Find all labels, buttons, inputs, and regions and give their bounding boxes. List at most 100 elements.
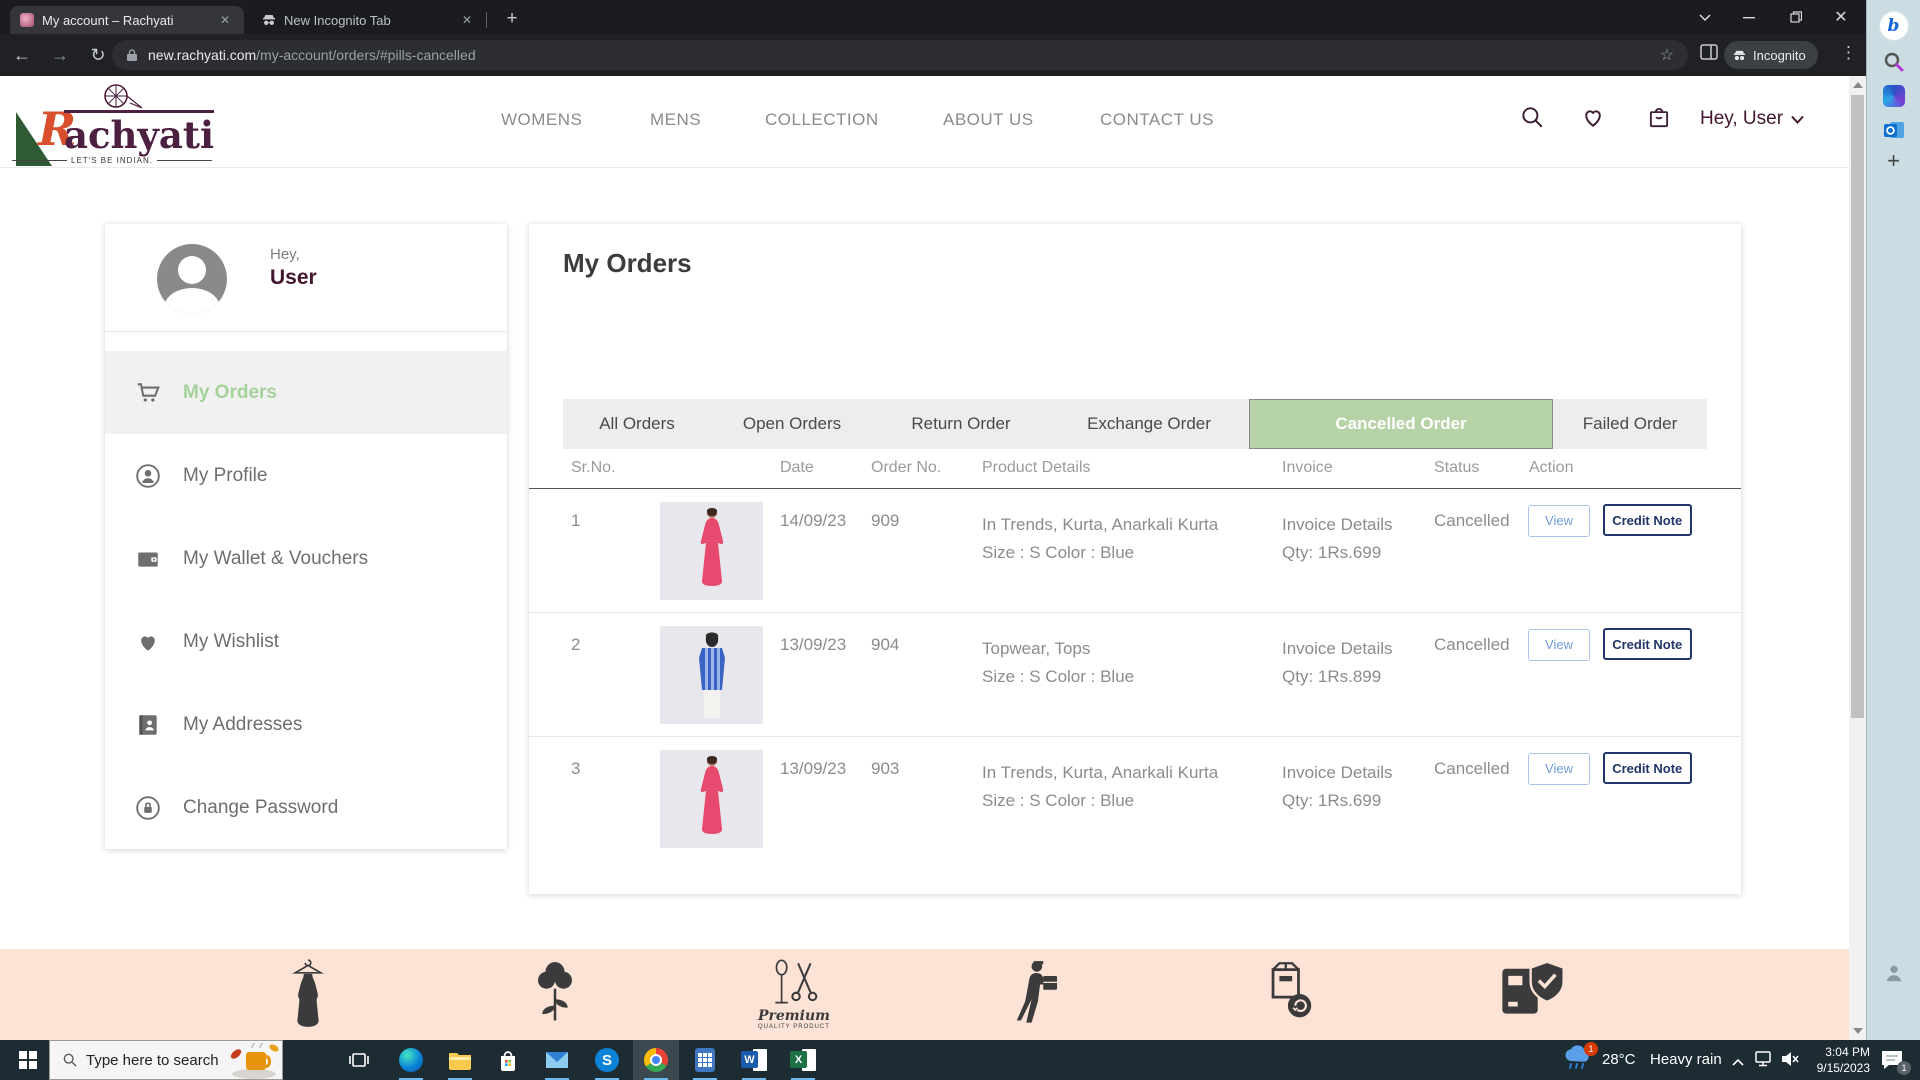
volume-muted-icon[interactable] (1780, 1050, 1800, 1072)
taskbar-search-box[interactable]: Type here to search (49, 1040, 283, 1080)
address-bar[interactable]: new.rachyati.com/my-account/orders/#pill… (112, 40, 1688, 70)
tab-exchange-order[interactable]: Exchange Order (1049, 399, 1249, 449)
forward-icon[interactable]: → (44, 39, 76, 71)
view-button[interactable]: View (1528, 753, 1590, 785)
cart-bag-icon[interactable] (1646, 104, 1672, 130)
scroll-up-arrow[interactable] (1853, 82, 1863, 88)
task-view-button[interactable] (336, 1040, 382, 1080)
credit-note-button[interactable]: Credit Note (1603, 752, 1692, 784)
wishlist-heart-icon[interactable] (1580, 104, 1606, 130)
sidebar-item-my-orders[interactable]: My Orders (105, 351, 507, 434)
clock[interactable]: 3:04 PM 9/15/2023 (1800, 1044, 1870, 1076)
outlook-icon[interactable] (1882, 118, 1906, 147)
tab-open-orders[interactable]: Open Orders (711, 399, 873, 449)
tab-all-orders[interactable]: All Orders (563, 399, 711, 449)
sidebar-item-my-wishlist[interactable]: My Wishlist (105, 600, 507, 683)
sidebar-item-change-password[interactable]: Change Password (105, 766, 507, 849)
site-logo[interactable]: R achyati LET'S BE INDIAN. (12, 84, 222, 168)
window-menu-chevron-icon[interactable] (1683, 0, 1727, 34)
bookmark-star-icon[interactable]: ☆ (1660, 45, 1674, 65)
taskbar-app-store[interactable] (485, 1040, 531, 1080)
browser-menu-icon[interactable]: ⋮ (1840, 43, 1857, 63)
network-icon[interactable] (1754, 1050, 1774, 1072)
taskbar-app-chrome[interactable] (633, 1040, 679, 1080)
scroll-down-arrow[interactable] (1853, 1028, 1863, 1034)
window-restore-button[interactable] (1774, 0, 1818, 34)
page-scrollbar[interactable] (1849, 76, 1866, 1040)
browser-tab-incognito[interactable]: New Incognito Tab ✕ (252, 6, 486, 34)
back-icon[interactable]: ← (6, 39, 38, 71)
person-icon (135, 463, 161, 489)
tab-close-icon[interactable]: ✕ (216, 11, 234, 29)
tab-title: New Incognito Tab (284, 13, 450, 28)
scrollbar-thumb[interactable] (1851, 95, 1864, 718)
view-button[interactable]: View (1528, 629, 1590, 661)
taskbar-app-excel[interactable]: X (780, 1040, 826, 1080)
product-image-pink-kurta[interactable] (660, 750, 763, 848)
taskbar-app-file-explorer[interactable] (437, 1040, 483, 1080)
table-header-row: Sr.No. Date Order No. Product Details In… (529, 449, 1741, 489)
window-close-button[interactable]: ✕ (1819, 0, 1863, 34)
window-minimize-button[interactable] (1727, 0, 1771, 34)
incognito-label: Incognito (1753, 48, 1806, 63)
col-action: Action (1529, 459, 1573, 477)
search-icon (62, 1052, 78, 1068)
start-button[interactable] (8, 1040, 48, 1080)
weather-badge: 1 (1584, 1042, 1598, 1056)
logo-text: achyati (64, 110, 214, 156)
tab-return-order[interactable]: Return Order (873, 399, 1049, 449)
invoice-link[interactable]: Invoice Details (1282, 511, 1393, 539)
invoice-link[interactable]: Invoice Details (1282, 759, 1393, 787)
notification-count: 1 (1897, 1061, 1911, 1075)
bing-chat-icon[interactable]: b (1880, 12, 1908, 40)
tab-cancelled-order[interactable]: Cancelled Order (1249, 399, 1553, 449)
profile-person-icon[interactable] (1883, 962, 1905, 989)
tab-failed-order[interactable]: Failed Order (1553, 399, 1707, 449)
view-button[interactable]: View (1528, 505, 1590, 537)
taskbar-app-calculator[interactable] (682, 1040, 728, 1080)
screen: My account – Rachyati ✕ New Incognito Ta… (0, 0, 1920, 1080)
nav-about-us[interactable]: ABOUT US (943, 110, 1034, 130)
browser-tab-active[interactable]: My account – Rachyati ✕ (10, 6, 244, 34)
incognito-icon (1732, 49, 1747, 62)
nav-mens[interactable]: MENS (650, 110, 701, 130)
sidebar-item-my-addresses[interactable]: My Addresses (105, 683, 507, 766)
nav-womens[interactable]: WOMENS (501, 110, 582, 130)
qty-price: Qty: 1Rs.699 (1282, 539, 1393, 567)
taskbar-app-mail[interactable] (534, 1040, 580, 1080)
sidebar-item-my-wallet[interactable]: My Wallet & Vouchers (105, 517, 507, 600)
nav-collection[interactable]: COLLECTION (765, 110, 879, 130)
site-header: R achyati LET'S BE INDIAN. WOMENS MENS C… (0, 76, 1849, 168)
account-menu[interactable]: Hey, User (1700, 108, 1804, 130)
product-image-pink-kurta[interactable] (660, 502, 763, 600)
taskbar-app-skype[interactable]: S (584, 1040, 630, 1080)
credit-note-button[interactable]: Credit Note (1603, 504, 1692, 536)
nav-contact-us[interactable]: CONTACT US (1100, 110, 1214, 130)
search-icon[interactable] (1519, 104, 1545, 130)
taskbar-app-word[interactable]: W (731, 1040, 777, 1080)
add-sidebar-item-icon[interactable]: + (1887, 148, 1900, 174)
side-panel-icon[interactable] (1700, 44, 1718, 65)
profile-sidebar-card: Hey, User My Orders My Profile My Wallet… (105, 224, 507, 849)
search-icon[interactable] (1882, 50, 1906, 79)
new-tab-button[interactable]: + (498, 5, 526, 33)
weather-icon[interactable]: 1 (1562, 1045, 1594, 1075)
tray-chevron-up-icon[interactable] (1732, 1053, 1744, 1070)
action-center-icon[interactable]: 1 (1880, 1049, 1906, 1071)
dress-icon (282, 959, 334, 1034)
web-page: R achyati LET'S BE INDIAN. WOMENS MENS C… (0, 76, 1866, 1040)
taskbar-app-edge[interactable] (388, 1040, 434, 1080)
address-book-icon (135, 712, 161, 738)
weather-temp[interactable]: 28°C (1602, 1051, 1636, 1068)
product-variant: Size : S Color : Blue (982, 787, 1218, 815)
reload-icon[interactable]: ↻ (82, 39, 114, 71)
invoice-link[interactable]: Invoice Details (1282, 635, 1393, 663)
tab-close-icon[interactable]: ✕ (458, 11, 476, 29)
sidebar-item-my-profile[interactable]: My Profile (105, 434, 507, 517)
weather-condition[interactable]: Heavy rain (1650, 1051, 1722, 1068)
order-tabs: All Orders Open Orders Return Order Exch… (563, 399, 1707, 449)
product-image-blue-top[interactable] (660, 626, 763, 724)
microsoft-365-icon[interactable] (1883, 85, 1905, 107)
browser-toolbar: ← → ↻ new.rachyati.com/my-account/orders… (0, 34, 1866, 76)
credit-note-button[interactable]: Credit Note (1603, 628, 1692, 660)
